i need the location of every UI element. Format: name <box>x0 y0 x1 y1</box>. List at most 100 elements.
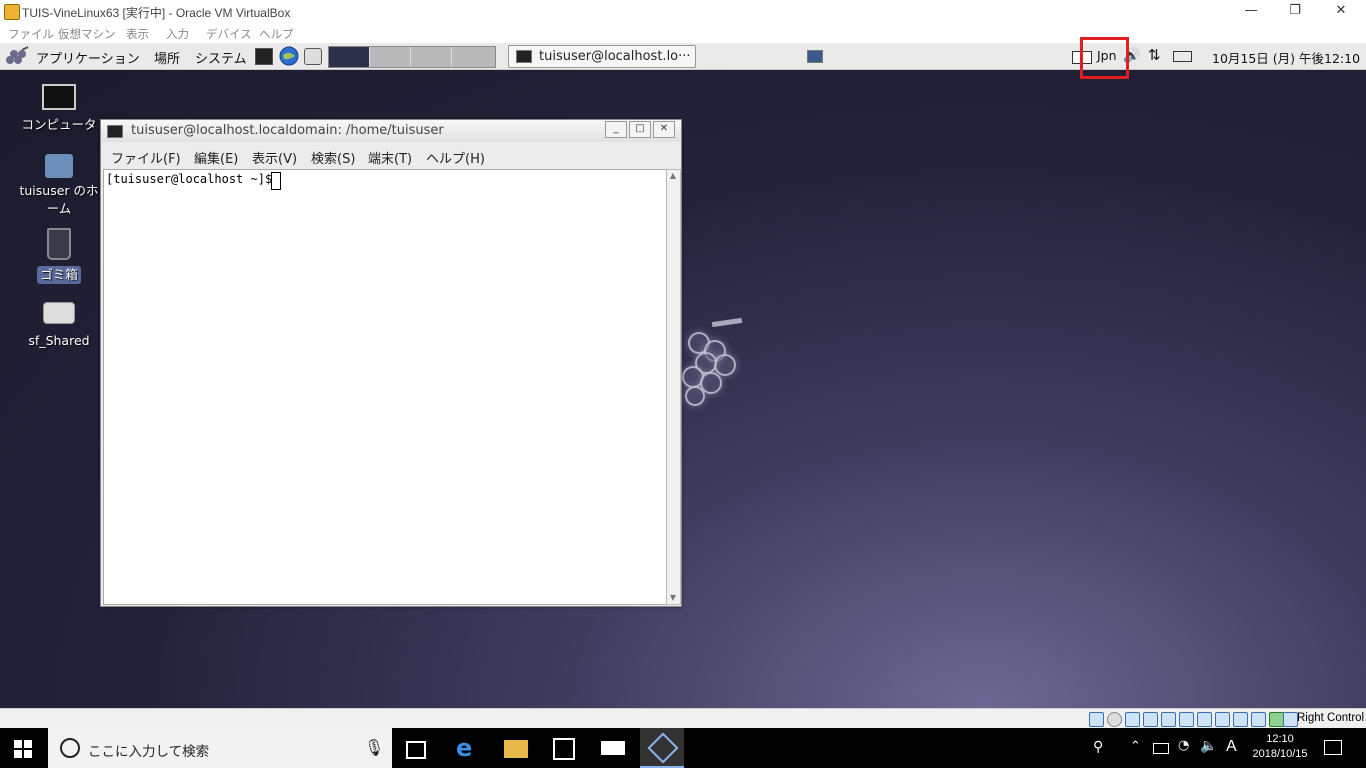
video-capture-icon[interactable] <box>1215 712 1230 727</box>
desktop-icon-trash[interactable]: ゴミ箱 <box>19 228 99 284</box>
file-explorer-icon[interactable] <box>504 740 528 758</box>
optical-drive-icon[interactable] <box>1107 712 1122 727</box>
desktop-icon-label: ゴミ箱 <box>37 266 81 284</box>
mouse-integration-icon[interactable] <box>1269 712 1284 727</box>
taskbar-terminal-label: tuisuser@localhost.lo··· <box>539 49 691 64</box>
host-menu-bar: ファイル 仮想マシン 表示 入力 デバイス ヘルプ <box>0 23 1366 43</box>
workspace-3[interactable] <box>411 47 452 67</box>
terminal-text-area[interactable]: [tuisuser@localhost ~]$ <box>103 169 667 605</box>
show-desktop-icon[interactable] <box>807 50 823 63</box>
wifi-icon[interactable]: ◔ <box>1178 738 1189 753</box>
terminal-launcher-icon[interactable] <box>255 48 273 65</box>
host-menu-machine[interactable]: 仮想マシン <box>58 26 116 42</box>
host-menu-devices[interactable]: デバイス <box>206 26 252 42</box>
taskbar-terminal-button[interactable]: tuisuser@localhost.lo··· <box>508 45 696 68</box>
cpu-icon[interactable] <box>1233 712 1248 727</box>
menu-applications[interactable]: アプリケーション <box>36 48 140 67</box>
microphone-icon[interactable]: 🎙 <box>364 738 384 757</box>
shell-prompt: [tuisuser@localhost ~]$ <box>106 172 273 186</box>
speaker-icon[interactable]: 🔈 <box>1200 738 1217 754</box>
vt-x-icon[interactable] <box>1251 712 1266 727</box>
windows-search-box[interactable]: ここに入力して検索 🎙 <box>48 728 392 768</box>
drive-icon <box>43 302 75 324</box>
scroll-up-arrow-icon[interactable]: ▲ <box>668 171 678 181</box>
audio-icon[interactable] <box>1125 712 1140 727</box>
desktop-icon-home[interactable]: tuisuser のホーム <box>19 154 99 218</box>
terminal-window: tuisuser@localhost.localdomain: /home/tu… <box>100 119 682 607</box>
usb-icon[interactable] <box>1161 712 1176 727</box>
taskbar-clock[interactable]: 12:10 2018/10/15 <box>1246 732 1314 762</box>
trash-icon <box>47 228 71 260</box>
terminal-menu-terminal[interactable]: 端末(T) <box>368 148 412 167</box>
home-folder-icon <box>45 154 73 178</box>
computer-icon <box>42 84 76 110</box>
edge-browser-icon[interactable]: e <box>456 736 480 760</box>
terminal-scrollbar[interactable]: ▲ ▼ <box>666 169 681 605</box>
maximize-button[interactable]: ❐ <box>1272 0 1318 23</box>
workspace-1[interactable] <box>329 47 370 67</box>
search-placeholder: ここに入力して検索 <box>88 744 210 760</box>
workspace-2[interactable] <box>370 47 411 67</box>
host-menu-view[interactable]: 表示 <box>126 26 149 42</box>
text-cursor <box>271 172 281 190</box>
host-title-bar: TUIS-VineLinux63 [実行中] - Oracle VM Virtu… <box>0 0 1366 23</box>
taskbar-date: 2018/10/15 <box>1252 748 1308 760</box>
people-icon[interactable]: ⚲ <box>1093 739 1103 755</box>
desktop-icon-computer[interactable]: コンピュータ <box>19 84 99 134</box>
minimize-button[interactable]: — <box>1228 0 1274 23</box>
host-menu-file[interactable]: ファイル <box>8 26 54 42</box>
network-adapter-icon[interactable] <box>1143 712 1158 727</box>
desktop-icon-shared[interactable]: sf_Shared <box>19 302 99 350</box>
terminal-maximize-button[interactable]: □ <box>629 121 651 138</box>
ime-indicator[interactable]: A <box>1226 738 1237 756</box>
network-icon[interactable]: ⇅ <box>1148 46 1161 64</box>
close-button[interactable]: ✕ <box>1318 0 1364 23</box>
terminal-title-bar[interactable]: tuisuser@localhost.localdomain: /home/tu… <box>101 120 681 142</box>
virtualbox-icon <box>4 4 20 20</box>
desktop-icon-label: コンピュータ <box>21 117 97 132</box>
panel-clock[interactable]: 10月15日 (月) 午後12:10 <box>1212 48 1360 67</box>
cortana-icon <box>60 738 80 758</box>
terminal-icon <box>516 50 532 63</box>
keyboard-capture-icon[interactable] <box>1283 712 1298 727</box>
host-menu-input[interactable]: 入力 <box>166 26 189 42</box>
action-center-icon[interactable] <box>1324 740 1342 755</box>
terminal-menu-help[interactable]: ヘルプ(H) <box>426 148 485 167</box>
mail-icon[interactable] <box>601 741 625 755</box>
virtualbox-taskbar-icon <box>647 732 679 764</box>
hard-disk-icon[interactable] <box>1089 712 1104 727</box>
desktop-icon-label: tuisuser のホーム <box>19 183 99 216</box>
store-icon[interactable] <box>553 738 575 760</box>
battery-tray-icon[interactable] <box>1153 743 1169 754</box>
menu-places[interactable]: 場所 <box>154 48 180 67</box>
highlight-annotation-box <box>1080 37 1129 79</box>
terminal-close-button[interactable]: ✕ <box>653 121 675 138</box>
terminal-title: tuisuser@localhost.localdomain: /home/tu… <box>131 123 444 138</box>
task-view-icon[interactable] <box>406 741 426 759</box>
host-key-label: Right Control <box>1297 712 1365 724</box>
mail-client-icon[interactable] <box>304 48 322 65</box>
battery-icon[interactable] <box>1173 51 1192 62</box>
terminal-menu-bar: ファイル(F) 編集(E) 表示(V) 検索(S) 端末(T) ヘルプ(H) <box>101 143 681 167</box>
display-icon[interactable] <box>1197 712 1212 727</box>
menu-system[interactable]: システム <box>195 48 247 67</box>
terminal-minimize-button[interactable]: _ <box>605 121 627 138</box>
terminal-menu-view[interactable]: 表示(V) <box>252 148 297 167</box>
host-menu-help[interactable]: ヘルプ <box>259 26 294 42</box>
workspace-switcher[interactable] <box>328 46 496 68</box>
terminal-menu-edit[interactable]: 編集(E) <box>194 148 238 167</box>
shared-folders-icon[interactable] <box>1179 712 1194 727</box>
vbox-status-bar: Right Control <box>0 708 1366 729</box>
host-window-title: TUIS-VineLinux63 [実行中] - Oracle VM Virtu… <box>22 6 291 20</box>
guest-top-panel: アプリケーション 場所 システム tuisuser@localhost.lo··… <box>0 43 1366 70</box>
vine-grape-icon[interactable] <box>6 46 32 66</box>
windows-start-icon[interactable] <box>14 740 32 758</box>
workspace-4[interactable] <box>452 47 494 67</box>
scroll-down-arrow-icon[interactable]: ▼ <box>668 593 678 603</box>
terminal-menu-file[interactable]: ファイル(F) <box>111 148 181 167</box>
virtualbox-taskbar-button[interactable] <box>640 728 684 768</box>
taskbar-time: 12:10 <box>1266 733 1294 745</box>
web-browser-icon[interactable] <box>279 46 299 66</box>
terminal-menu-search[interactable]: 検索(S) <box>311 148 355 167</box>
show-hidden-icons-icon[interactable]: ⌃ <box>1130 739 1141 754</box>
